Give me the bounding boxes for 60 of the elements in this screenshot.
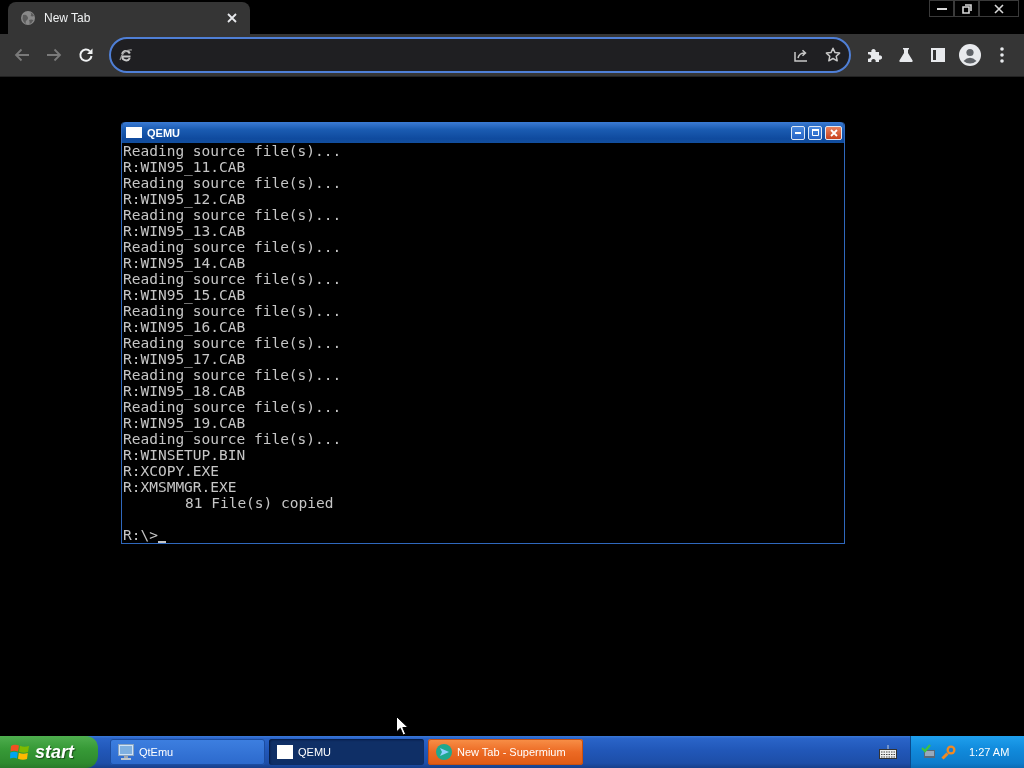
console-line: R:WIN95_16.CAB <box>123 319 246 335</box>
console-line: R:WIN95_17.CAB <box>123 351 246 367</box>
console-line: Reading source file(s)... <box>123 239 342 255</box>
console-line: Reading source file(s)... <box>123 367 342 383</box>
console-line: R:WIN95_19.CAB <box>123 415 246 431</box>
console-line: R:WIN95_13.CAB <box>123 223 246 239</box>
star-icon[interactable] <box>825 47 841 63</box>
start-button[interactable]: start <box>0 736 98 768</box>
console-line: R:WIN95_18.CAB <box>123 383 246 399</box>
flask-icon[interactable] <box>898 47 914 63</box>
console-line: R:WIN95_15.CAB <box>123 287 246 303</box>
taskbar-button[interactable]: New Tab - Supermium <box>428 739 583 765</box>
taskbar-button[interactable]: QtEmu <box>110 739 265 765</box>
console-line: Reading source file(s)... <box>123 271 342 287</box>
minimize-icon <box>795 131 801 134</box>
reload-icon[interactable] <box>78 47 94 63</box>
console-line: R:XMSMMGR.EXE <box>123 479 237 495</box>
taskbar-button[interactable]: QEMU <box>269 739 424 765</box>
restore-button[interactable] <box>954 0 979 17</box>
window-icon <box>277 745 293 759</box>
monitor-icon <box>118 744 134 760</box>
globe-icon <box>21 11 35 25</box>
console-line: Reading source file(s)... <box>123 207 342 223</box>
close-icon <box>994 3 1004 14</box>
close-icon <box>829 128 838 137</box>
console-line: Reading source file(s)... <box>123 143 342 159</box>
console-line: Reading source file(s)... <box>123 335 342 351</box>
console-line: Reading source file(s)... <box>123 431 342 447</box>
text-cursor <box>157 541 166 543</box>
browser-tab[interactable]: New Tab <box>8 2 250 34</box>
console-line: R:WIN95_14.CAB <box>123 255 246 271</box>
close-icon[interactable] <box>227 13 237 23</box>
clock-time: 1:27 AM <box>969 746 1010 758</box>
side-panel-icon[interactable] <box>930 47 946 63</box>
maximize-button[interactable] <box>808 125 822 140</box>
console-prompt: R:\> <box>123 527 158 543</box>
keyboard-icon[interactable] <box>879 745 897 759</box>
console-line: 81 File(s) copied <box>185 495 334 511</box>
restore-icon <box>961 3 972 14</box>
console-line: Reading source file(s)... <box>123 303 342 319</box>
console-line: Reading source file(s)... <box>123 175 342 191</box>
menu-icon[interactable] <box>1000 47 1004 63</box>
close-button[interactable] <box>979 0 1019 17</box>
flag-icon <box>10 743 30 761</box>
minimize-button[interactable] <box>929 0 954 17</box>
share-icon[interactable] <box>793 47 809 63</box>
avatar-icon[interactable] <box>959 44 981 66</box>
window-icon <box>126 127 142 138</box>
console-line: R:WIN95_11.CAB <box>123 159 246 175</box>
window-title: QEMU <box>147 126 180 139</box>
computer-check-icon[interactable] <box>921 744 937 760</box>
site-icon[interactable] <box>119 48 133 62</box>
puzzle-icon[interactable] <box>866 47 882 63</box>
maximize-icon <box>811 129 819 136</box>
address-bar[interactable] <box>109 37 851 73</box>
console-line: R:WIN95_12.CAB <box>123 191 246 207</box>
console-line: R:WINSETUP.BIN <box>123 447 246 463</box>
console-line: Reading source file(s)... <box>123 399 342 415</box>
minimize-icon <box>936 7 947 10</box>
console-line: R:XCOPY.EXE <box>123 463 220 479</box>
